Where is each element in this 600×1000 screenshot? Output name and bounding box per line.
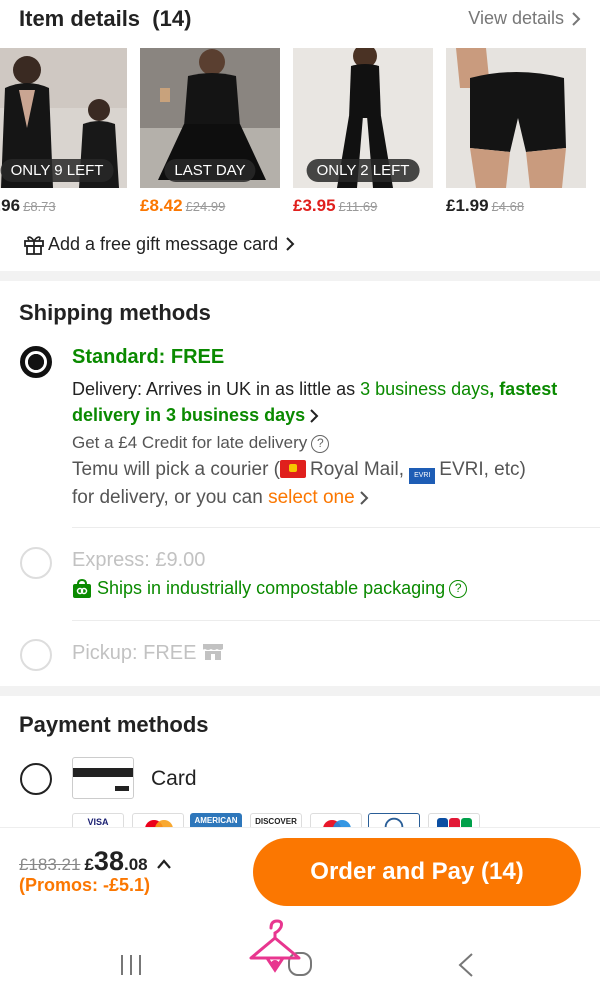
total-whole: 38 xyxy=(93,846,124,876)
eco-bag-icon xyxy=(73,578,91,598)
price-row: £3.95 £11.69 xyxy=(293,196,433,216)
credit-card-icon xyxy=(72,757,134,799)
card-payment-radio[interactable] xyxy=(20,763,52,795)
order-and-pay-button[interactable]: Order and Pay (14) xyxy=(253,838,581,906)
current-price: £1.99 xyxy=(446,196,489,215)
total-decimal: .08 xyxy=(123,855,148,874)
product-photo-shorts xyxy=(446,48,586,188)
product-image[interactable]: ONLY 2 LEFT xyxy=(293,48,433,188)
divider-line xyxy=(72,620,600,621)
item-details-title: Item details (14) xyxy=(19,6,192,31)
gift-message-row[interactable]: Add a free gift message card xyxy=(22,232,298,256)
original-price: £11.69 xyxy=(338,199,378,214)
stock-badge: ONLY 9 LEFT xyxy=(0,159,114,182)
express-shipping-radio[interactable] xyxy=(20,547,52,579)
original-price: £4.68 xyxy=(491,199,525,214)
section-divider xyxy=(0,686,600,696)
divider-line xyxy=(72,527,600,528)
chevron-up-icon[interactable] xyxy=(156,858,172,870)
help-icon[interactable]: ? xyxy=(449,579,468,598)
recent-apps-icon[interactable] xyxy=(118,952,144,978)
current-price: 4.96 xyxy=(0,196,21,215)
hanger-icon xyxy=(249,919,301,973)
price-row: 4.96£8.73 xyxy=(0,196,127,216)
promo-discount: (Promos: -£5.1) xyxy=(19,875,151,895)
evri-logo-icon: EVRI xyxy=(409,468,436,484)
section-divider xyxy=(0,271,600,281)
courier-info: Temu will pick a courier (Royal Mail, EV… xyxy=(72,456,526,484)
payment-methods-title: Payment methods xyxy=(19,712,209,737)
help-icon[interactable]: ? xyxy=(311,435,330,453)
card-payment-label[interactable]: Card xyxy=(151,767,197,791)
current-price: £8.42 xyxy=(140,196,183,215)
original-price: £24.99 xyxy=(185,199,226,214)
current-price: £3.95 xyxy=(293,196,336,215)
chevron-right-icon xyxy=(359,491,369,505)
view-details-link[interactable]: View details xyxy=(468,8,582,29)
gift-icon xyxy=(24,236,44,255)
product-card[interactable]: ONLY 9 LEFT 4.96£8.73 xyxy=(0,48,127,216)
price-row: £8.42 £24.99 xyxy=(140,196,280,216)
back-icon[interactable] xyxy=(456,952,476,978)
product-image[interactable]: ONLY 9 LEFT xyxy=(0,48,127,188)
chevron-right-icon xyxy=(310,409,319,423)
item-count: (14) xyxy=(152,6,192,31)
delivery-estimate: Delivery: Arrives in UK in as little as … xyxy=(72,379,558,399)
late-delivery-credit: Get a £4 Credit for late delivery? xyxy=(72,430,330,456)
store-icon xyxy=(203,644,224,660)
fastest-delivery-link[interactable]: delivery in 3 business days xyxy=(72,402,319,428)
item-details-header: Item details (14) View details xyxy=(0,0,600,44)
packaging-label: Ships in industrially compostable packag… xyxy=(97,578,446,598)
chevron-right-icon xyxy=(286,237,295,251)
product-card[interactable]: ONLY 2 LEFT £3.95 £11.69 xyxy=(293,48,433,216)
order-total[interactable]: £183.21 £38.08 xyxy=(19,846,172,877)
standard-shipping-label[interactable]: Standard: FREE xyxy=(72,346,224,369)
express-shipping-label[interactable]: Express: £9.00 xyxy=(72,549,205,572)
royal-mail-logo-icon xyxy=(280,460,306,478)
product-strip[interactable]: ONLY 9 LEFT 4.96£8.73 LAST DAY £8.42£24.… xyxy=(0,48,600,223)
compostable-packaging-info: Ships in industrially compostable packag… xyxy=(72,578,468,599)
shipping-methods-title: Shipping methods xyxy=(19,300,211,325)
product-card[interactable]: LAST DAY £8.42 £24.99 xyxy=(140,48,280,216)
stock-badge: ONLY 2 LEFT xyxy=(306,159,420,182)
standard-shipping-radio[interactable] xyxy=(20,346,52,378)
view-details-label: View details xyxy=(468,8,564,28)
gift-message-label: Add a free gift message card xyxy=(48,233,279,254)
checkout-bar: £183.21 £38.08 (Promos: -£5.1) Order and… xyxy=(0,827,600,922)
select-courier-link[interactable]: select one xyxy=(268,487,355,508)
product-image[interactable]: LAST DAY xyxy=(140,48,280,188)
stock-badge: LAST DAY xyxy=(164,159,256,182)
pickup-shipping-radio[interactable] xyxy=(20,639,52,671)
pickup-shipping-label[interactable]: Pickup: FREE xyxy=(72,641,224,665)
original-total: £183.21 xyxy=(19,855,81,874)
chevron-right-icon xyxy=(572,11,581,26)
courier-select: for delivery, or you can select one xyxy=(72,484,369,512)
currency-symbol: £ xyxy=(84,855,94,874)
price-row: £1.99 £4.68 xyxy=(446,196,586,216)
product-card[interactable]: £1.99 £4.68 xyxy=(446,48,586,216)
original-price: £8.73 xyxy=(23,199,56,214)
product-image[interactable] xyxy=(446,48,586,188)
